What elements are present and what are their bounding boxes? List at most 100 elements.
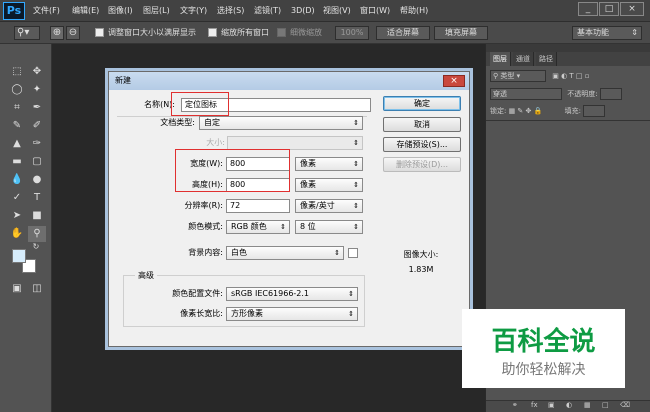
foreground-color-swatch[interactable] [12,249,26,263]
workspace-select[interactable]: 基本功能 ⇕ [572,26,642,40]
screen-mode-icon[interactable]: ◫ [28,281,46,297]
height-unit-select[interactable]: 像素 ⇕ [295,178,363,192]
color-mode-select[interactable]: RGB 颜色 ⇕ [226,220,290,234]
group-icon[interactable]: ▦ [584,401,591,409]
move-tool-icon[interactable]: ✥ [28,64,46,80]
pixel-aspect-select[interactable]: 方形像素 ⇕ [226,307,358,321]
resolution-unit-select[interactable]: 像素/英寸 ⇕ [295,199,363,213]
dialog-close-button[interactable]: × [443,75,465,87]
height-unit: 像素 [300,180,316,189]
chevron-updown-icon: ⇕ [280,223,286,231]
menu-file[interactable]: 文件(F) [33,0,60,22]
width-unit-select[interactable]: 像素 ⇕ [295,157,363,171]
tab-layers[interactable]: 图层 [490,52,511,66]
resolution-input[interactable]: 72 [226,199,290,213]
swap-colors-icon[interactable]: ↻ [30,242,42,252]
trash-icon[interactable]: ⌫ [620,401,630,409]
blend-mode-select[interactable]: 穿透 [490,88,562,100]
cancel-button[interactable]: 取消 [383,117,461,132]
zoom-out-icon[interactable]: ⊖ [66,26,80,40]
image-size-value: 1.83M [408,265,434,274]
type-tool-icon[interactable]: T [28,190,46,206]
menu-view[interactable]: 视图(V) [323,0,351,22]
zoom-in-icon[interactable]: ⊕ [50,26,64,40]
pen-tool-icon[interactable]: ✓ [8,190,26,206]
menu-type[interactable]: 文字(Y) [180,0,207,22]
mask-icon[interactable]: ▣ [548,401,555,409]
blend-mode-label: 穿透 [493,90,507,98]
color-profile-select[interactable]: sRGB IEC61966-2.1 ⇕ [226,287,358,301]
brush-tool-icon[interactable]: ✐ [28,118,46,134]
chevron-updown-icon: ⇕ [353,119,359,127]
crop-tool-icon[interactable]: ⌗ [8,100,26,116]
preset-select[interactable]: 自定 ⇕ [199,116,363,130]
layer-filter-row: ⚲ 类型 ▾ ▣ ◐ T □ ▫ [490,69,640,83]
size-select[interactable]: ⇕ [227,136,363,150]
rectangle-tool-icon[interactable]: ■ [28,208,46,224]
menu-select[interactable]: 选择(S) [217,0,244,22]
menu-layer[interactable]: 图层(L) [143,0,170,22]
fit-screen-button[interactable]: 适合屏幕 [376,26,430,40]
bit-depth-select[interactable]: 8 位 ⇕ [295,220,363,234]
eyedropper-tool-icon[interactable]: ✒ [28,100,46,116]
quick-mask-icon[interactable]: ▣ [8,281,26,297]
adjustment-icon[interactable]: ◐ [566,401,572,409]
lasso-tool-icon[interactable]: ◯ [8,82,26,98]
background-select[interactable]: 白色 ⇕ [226,246,344,260]
fill-screen-button[interactable]: 填充屏幕 [434,26,488,40]
new-document-dialog: 新建 × 名称(N): 定位图标 文档类型: 自定 ⇕ 大小: ⇕ 宽度(W): … [108,71,470,347]
menu-filter[interactable]: 滤镜(T) [254,0,281,22]
image-size-label: 图像大小: [403,250,439,259]
tab-paths[interactable]: 路径 [536,52,557,66]
link-layers-icon[interactable]: ⚭ [512,401,518,409]
blur-tool-icon[interactable]: 💧 [8,172,26,188]
dodge-tool-icon[interactable]: ● [28,172,46,188]
fit-window-checkbox[interactable] [95,28,104,37]
menu-image[interactable]: 图像(I) [108,0,133,22]
path-selection-tool-icon[interactable]: ➤ [8,208,26,224]
menu-help[interactable]: 帮助(H) [400,0,428,22]
tab-channels[interactable]: 通道 [513,52,534,66]
panel-tabs: 图层 通道 路径 [486,52,650,66]
close-window-button[interactable]: × [620,2,644,16]
minimize-button[interactable]: _ [578,2,598,16]
lock-label: 锁定: [490,107,507,115]
workspace-label: 基本功能 [577,28,609,37]
name-label: 名称(N): [144,100,175,109]
background-color-swatch[interactable] [348,248,358,258]
magic-wand-tool-icon[interactable]: ✦ [28,82,46,98]
opacity-input[interactable] [599,88,622,100]
clone-stamp-tool-icon[interactable]: ▲ [8,136,26,152]
lock-icons: ▦ ✎ ✥ 🔒 [508,107,543,115]
menu-3d[interactable]: 3D(D) [291,0,315,22]
menu-window[interactable]: 窗口(W) [360,0,390,22]
hand-tool-icon[interactable]: ✋ [8,226,26,242]
marquee-tool-icon[interactable]: ⬚ [8,64,26,80]
menu-bar: Ps 文件(F) 编辑(E) 图像(I) 图层(L) 文字(Y) 选择(S) 滤… [0,0,650,22]
fill-label: 填充: [564,107,581,115]
maximize-button[interactable]: □ [599,2,619,16]
new-layer-icon[interactable]: □ [602,401,609,409]
chevron-updown-icon: ⇕ [353,139,359,147]
layer-kind-label: 类型 [500,72,515,80]
gradient-tool-icon[interactable]: ▢ [28,154,46,170]
chevron-updown-icon: ⇕ [353,181,359,189]
history-brush-tool-icon[interactable]: ✑ [28,136,46,152]
zoom-tool-icon[interactable]: ⚲ [28,226,46,242]
zoom-all-checkbox[interactable] [208,28,217,37]
background-label: 背景内容: [188,248,223,257]
layer-kind-select[interactable]: ⚲ 类型 ▾ [490,70,546,82]
save-preset-button[interactable]: 存储预设(S)... [383,137,461,152]
menu-edit[interactable]: 编辑(E) [72,0,99,22]
scrubby-zoom-checkbox[interactable] [277,28,286,37]
color-profile-label: 颜色配置文件: [172,289,223,298]
ok-button[interactable]: 确定 [383,96,461,111]
eraser-tool-icon[interactable]: ▬ [8,154,26,170]
delete-preset-button[interactable]: 删除预设(D)... [383,157,461,172]
zoom-tool-preset[interactable]: ⚲▾ [14,26,40,40]
zoom-100-button[interactable]: 100% [335,26,369,40]
healing-brush-tool-icon[interactable]: ✎ [8,118,26,134]
fill-input[interactable] [583,105,606,117]
fx-icon[interactable]: fx [531,401,538,409]
width-unit: 像素 [300,159,316,168]
